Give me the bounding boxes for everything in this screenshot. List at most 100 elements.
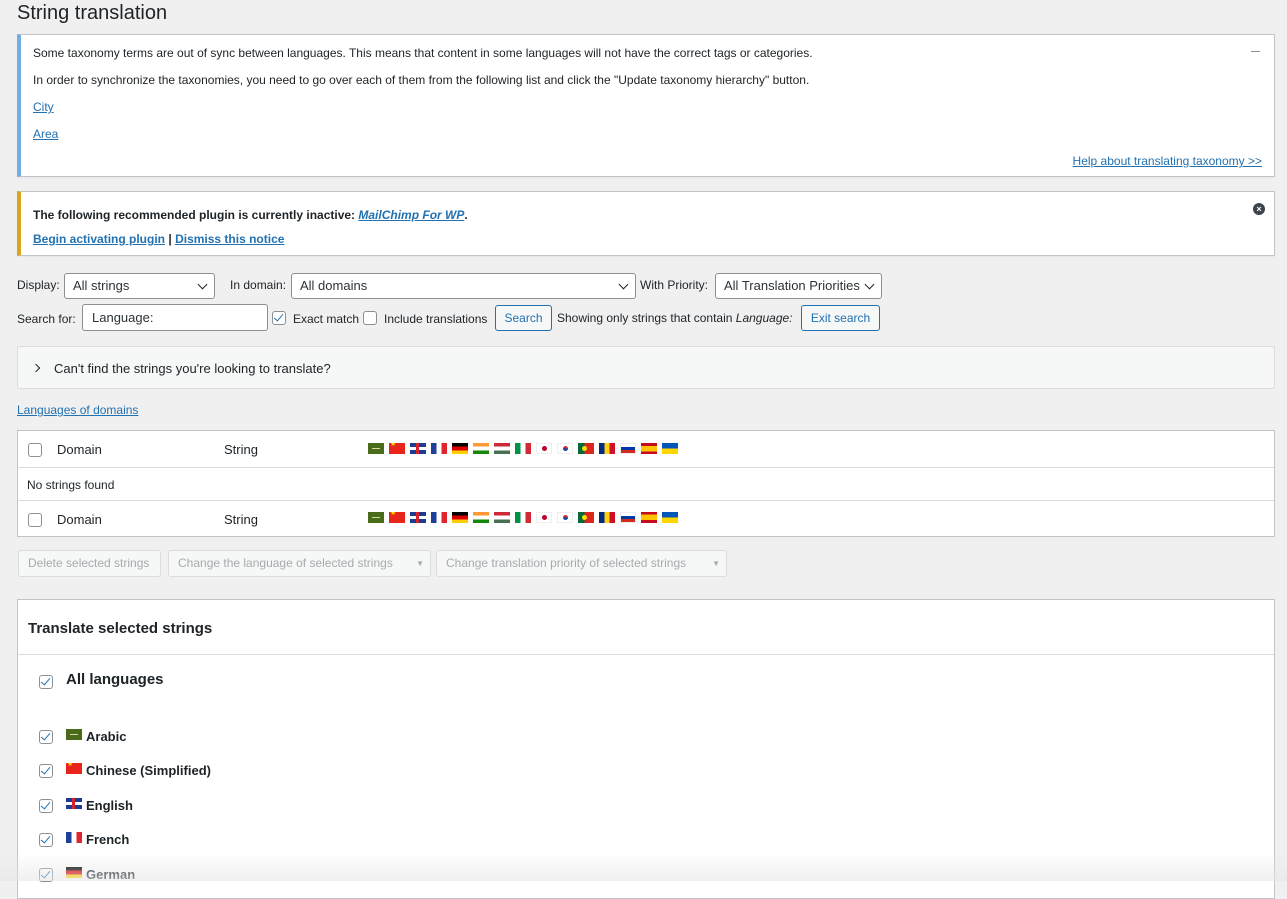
japanese-flag-icon: [536, 512, 552, 523]
language-flags-footer: [368, 512, 678, 523]
language-checkbox[interactable]: [39, 764, 53, 778]
column-domain-footer[interactable]: Domain: [57, 512, 102, 528]
all-languages-label: All languages: [66, 671, 164, 688]
italian-flag-icon: [515, 512, 531, 523]
select-all-checkbox[interactable]: [28, 443, 42, 457]
change-language-label: Change the language of selected strings: [178, 556, 393, 570]
change-priority-select[interactable]: Change translation priority of selected …: [436, 550, 727, 577]
german-flag-icon: [452, 443, 468, 454]
chinese-flag-icon: [389, 512, 405, 523]
table-row: No strings found: [18, 468, 1274, 501]
plugin-notice-suffix: .: [464, 208, 468, 222]
chinese-flag-icon: [389, 443, 405, 454]
exact-match-label: Exact match: [293, 312, 360, 326]
display-select[interactable]: All strings: [64, 273, 215, 299]
languages-of-domains-link[interactable]: Languages of domains: [17, 402, 138, 418]
romanian-flag-icon: [599, 443, 615, 454]
portuguese-flag-icon: [578, 512, 594, 523]
language-flags-header: [368, 443, 678, 454]
domain-select[interactable]: All domains: [291, 273, 636, 299]
exact-match-checkbox[interactable]: [272, 311, 286, 325]
hungarian-flag-icon: [494, 512, 510, 523]
close-notice-icon[interactable]: ×: [1253, 203, 1265, 215]
ukrainian-flag-icon: [662, 443, 678, 454]
german-flag-icon: [66, 867, 82, 878]
chevron-right-icon: [31, 363, 41, 373]
notice-link-separator: |: [168, 232, 172, 246]
column-domain[interactable]: Domain: [57, 442, 102, 458]
spanish-flag-icon: [641, 443, 657, 454]
english-flag-icon: [410, 512, 426, 523]
plugin-notice-text: The following recommended plugin is curr…: [33, 207, 468, 223]
all-languages-checkbox[interactable]: [39, 675, 53, 689]
include-translations-checkbox[interactable]: [363, 311, 377, 325]
italian-flag-icon: [515, 443, 531, 454]
language-checkbox[interactable]: [39, 868, 53, 882]
priority-select-value: All Translation Priorities: [724, 278, 860, 293]
page-title: String translation: [17, 2, 168, 24]
domain-label: In domain:: [230, 278, 287, 292]
english-flag-icon: [410, 443, 426, 454]
language-checkbox[interactable]: [39, 730, 53, 744]
chevron-down-icon: [197, 279, 208, 290]
column-string-footer[interactable]: String: [224, 512, 258, 528]
arabic-flag-icon: [368, 512, 384, 523]
display-select-value: All strings: [73, 278, 130, 293]
translate-selected-strings-box: Translate selected strings All languages…: [17, 599, 1275, 899]
plugin-notice-prefix: The following recommended plugin is curr…: [33, 208, 359, 222]
arabic-flag-icon: [368, 443, 384, 454]
column-string[interactable]: String: [224, 442, 258, 458]
russian-flag-icon: [620, 512, 636, 523]
korean-flag-icon: [557, 443, 573, 454]
cant-find-strings-accordion[interactable]: Can't find the strings you're looking to…: [17, 346, 1275, 389]
priority-select[interactable]: All Translation Priorities: [715, 273, 882, 299]
french-flag-icon: [66, 832, 82, 843]
translate-box-title: Translate selected strings: [28, 620, 213, 637]
string-filters: Display: All strings In domain: All doma…: [17, 273, 1277, 333]
divider: [18, 654, 1274, 655]
search-button[interactable]: Search: [495, 305, 552, 331]
help-translating-taxonomy-link[interactable]: Help about translating taxonomy >>: [1073, 154, 1262, 168]
change-priority-label: Change translation priority of selected …: [446, 556, 687, 570]
display-label: Display:: [17, 278, 60, 292]
japanese-flag-icon: [536, 443, 552, 454]
no-strings-found: No strings found: [27, 478, 115, 492]
select-all-checkbox-footer[interactable]: [28, 513, 42, 527]
delete-selected-strings-button[interactable]: Delete selected strings: [18, 550, 161, 577]
french-flag-icon: [431, 512, 447, 523]
dismiss-notice-link[interactable]: Dismiss this notice: [175, 232, 284, 246]
table-footer-row: Domain String: [18, 501, 1274, 537]
taxonomy-sync-notice: Some taxonomy terms are out of sync betw…: [17, 34, 1275, 177]
table-header-row: Domain String: [18, 431, 1274, 468]
russian-flag-icon: [620, 443, 636, 454]
ukrainian-flag-icon: [662, 512, 678, 523]
search-label: Search for:: [17, 312, 76, 326]
language-name: Chinese (Simplified): [86, 763, 211, 778]
chevron-down-icon: [864, 279, 875, 290]
language-checkbox[interactable]: [39, 799, 53, 813]
romanian-flag-icon: [599, 512, 615, 523]
collapse-notice-icon[interactable]: [1251, 51, 1260, 52]
caret-down-icon: ▼: [712, 559, 720, 568]
begin-activating-plugin-link[interactable]: Begin activating plugin: [33, 232, 165, 246]
domain-select-value: All domains: [300, 278, 368, 293]
taxonomy-link-city[interactable]: City: [33, 100, 54, 114]
taxonomy-link-area[interactable]: Area: [33, 127, 58, 141]
chevron-down-icon: [618, 279, 629, 290]
change-language-select[interactable]: Change the language of selected strings …: [168, 550, 431, 577]
language-checkbox[interactable]: [39, 833, 53, 847]
search-input[interactable]: Language:: [82, 304, 268, 331]
priority-label: With Priority:: [640, 278, 709, 292]
exit-search-button[interactable]: Exit search: [801, 305, 880, 331]
taxonomy-notice-line1: Some taxonomy terms are out of sync betw…: [33, 46, 813, 60]
accordion-label: Can't find the strings you're looking to…: [54, 361, 331, 376]
strings-table: Domain String No strings found Domain St…: [17, 430, 1275, 537]
french-flag-icon: [431, 443, 447, 454]
showing-prefix: Showing only strings that contain: [557, 311, 736, 325]
hindi-flag-icon: [473, 512, 489, 523]
plugin-name-link[interactable]: MailChimp For WP: [358, 208, 464, 222]
language-name: French: [86, 832, 130, 847]
showing-only-text: Showing only strings that contain Langua…: [557, 310, 793, 326]
hungarian-flag-icon: [494, 443, 510, 454]
portuguese-flag-icon: [578, 443, 594, 454]
